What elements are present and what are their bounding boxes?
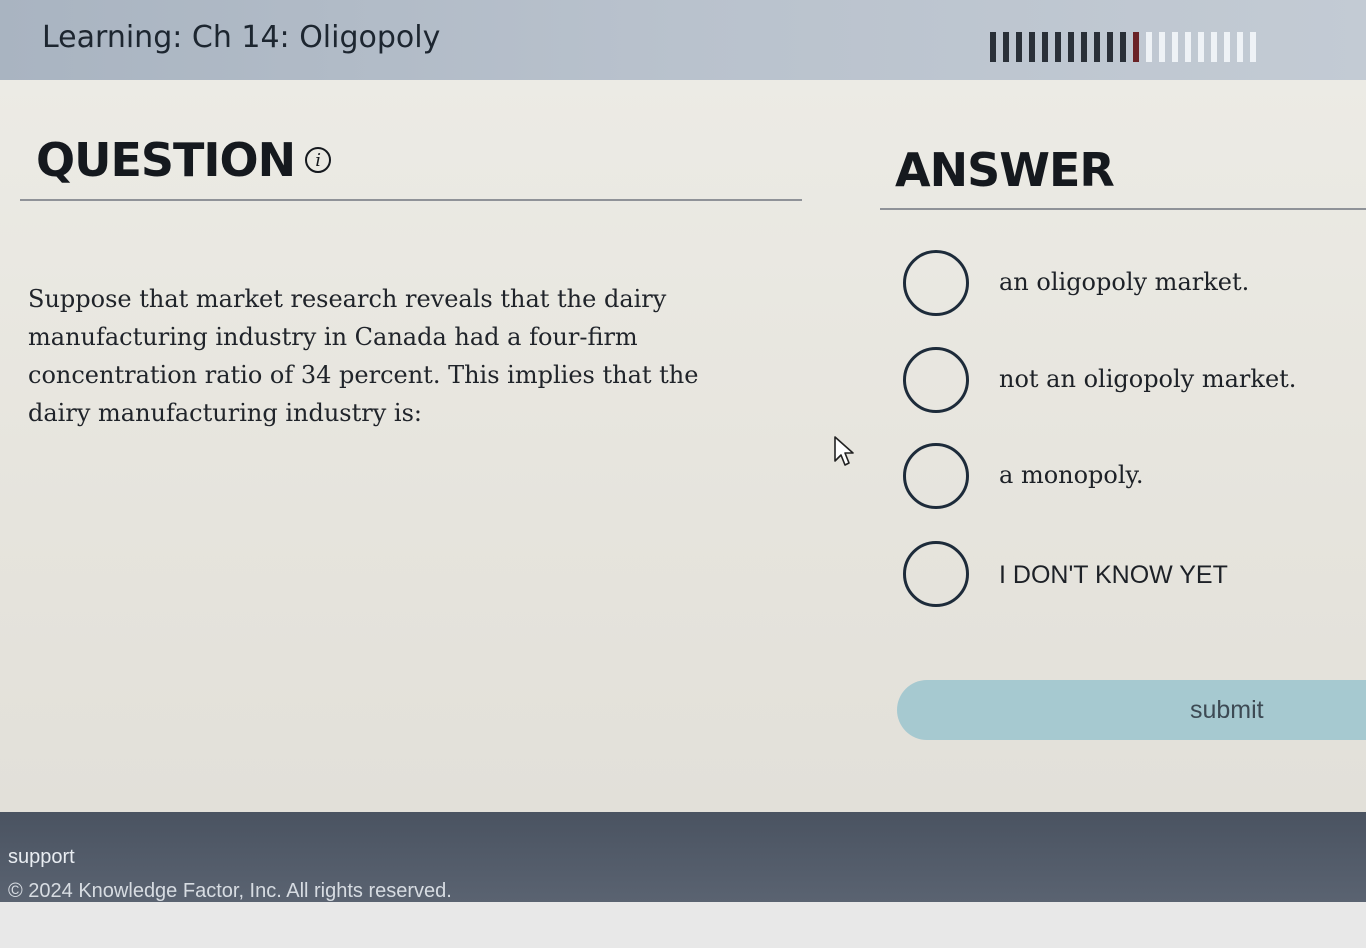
progress-segment <box>1003 32 1009 62</box>
progress-segment <box>1250 32 1256 62</box>
radio-button[interactable] <box>903 443 969 509</box>
answer-option-label: I DON'T KNOW YET <box>999 561 1228 589</box>
bottom-strip <box>0 902 1366 948</box>
radio-button[interactable] <box>903 541 969 607</box>
answer-divider <box>880 208 1366 210</box>
top-bar: Learning: Ch 14: Oligopoly <box>0 0 1366 80</box>
question-heading: QUESTION i <box>36 133 332 187</box>
progress-segment <box>1198 32 1204 62</box>
answer-option-label: a monopoly. <box>999 461 1144 489</box>
answer-option-label: an oligopoly market. <box>999 268 1250 296</box>
answer-heading: ANSWER <box>895 143 1115 197</box>
progress-segment <box>1107 32 1113 62</box>
question-divider <box>20 199 802 201</box>
radio-button[interactable] <box>903 347 969 413</box>
support-link[interactable]: support <box>8 846 75 869</box>
submit-button[interactable]: submit <box>897 680 1366 740</box>
progress-segment <box>1172 32 1178 62</box>
question-text: Suppose that market research reveals tha… <box>28 285 699 427</box>
progress-segment <box>1016 32 1022 62</box>
answer-option-1[interactable]: an oligopoly market. <box>903 250 1249 316</box>
progress-segment <box>1237 32 1243 62</box>
progress-segment <box>1042 32 1048 62</box>
answer-option-3[interactable]: a monopoly. <box>903 443 1144 509</box>
progress-segment <box>1159 32 1165 62</box>
progress-segment <box>1185 32 1191 62</box>
progress-segment <box>1081 32 1087 62</box>
progress-segment <box>1094 32 1100 62</box>
mouse-cursor-icon <box>834 436 854 466</box>
radio-button[interactable] <box>903 250 969 316</box>
progress-segment <box>1029 32 1035 62</box>
answer-option-label: not an oligopoly market. <box>999 365 1297 393</box>
progress-segment <box>990 32 996 62</box>
progress-segment <box>1055 32 1061 62</box>
progress-segment <box>1120 32 1126 62</box>
progress-segment <box>1133 32 1139 62</box>
progress-segment <box>1211 32 1217 62</box>
progress-segment <box>1146 32 1152 62</box>
course-title: Learning: Ch 14: Oligopoly <box>42 20 441 55</box>
answer-option-2[interactable]: not an oligopoly market. <box>903 347 1296 413</box>
copyright-text: © 2024 Knowledge Factor, Inc. All rights… <box>8 880 452 902</box>
progress-segment <box>1224 32 1230 62</box>
info-icon[interactable]: i <box>305 147 332 173</box>
question-heading-label: QUESTION <box>36 133 296 187</box>
progress-bar <box>990 32 1362 62</box>
answer-option-4[interactable]: I DON'T KNOW YET <box>903 541 1228 607</box>
progress-segment <box>1068 32 1074 62</box>
